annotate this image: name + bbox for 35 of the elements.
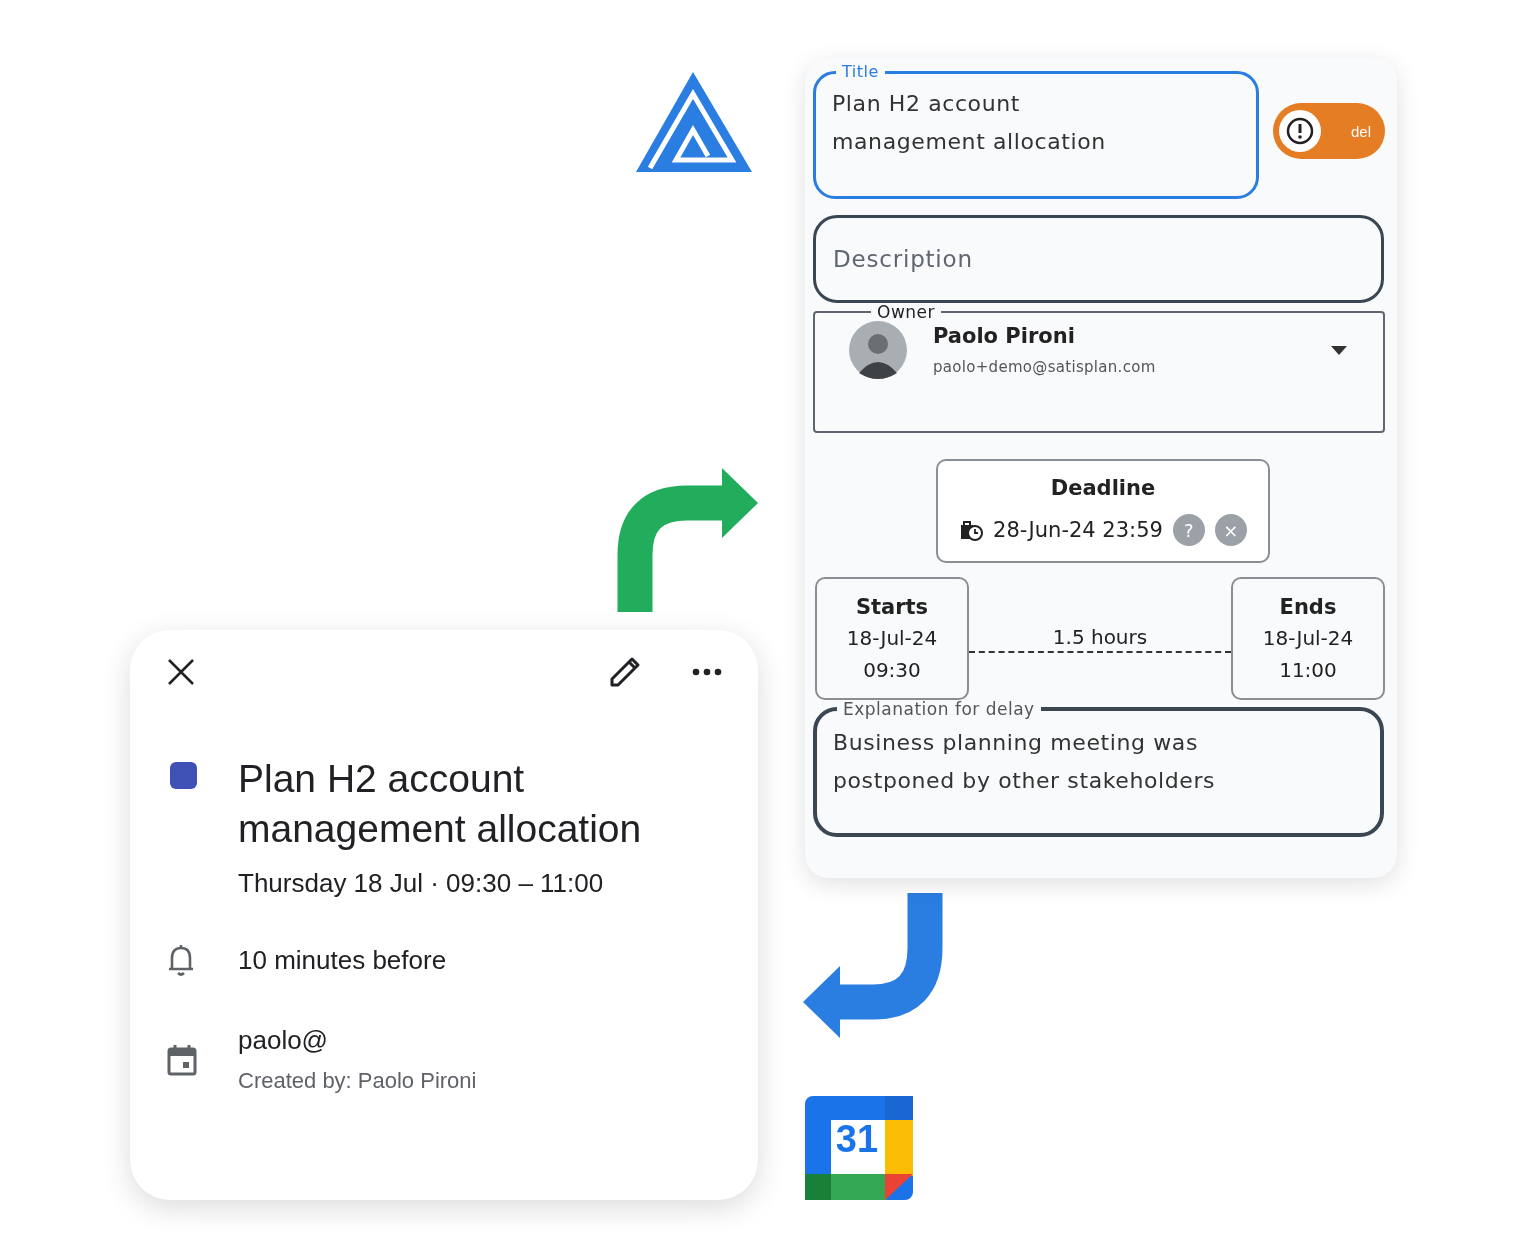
field-value: Plan H2 account management allocation <box>832 90 1107 156</box>
end-label: Ends <box>1279 593 1337 621</box>
bell-icon <box>166 943 196 977</box>
avatar <box>849 321 907 379</box>
bag-clock-icon <box>959 519 984 541</box>
field-value: Business planning meeting was postponed by other stakeholders <box>833 729 1217 795</box>
end-date: 18-Jul-24 <box>1262 624 1354 652</box>
alert-icon <box>1285 116 1315 146</box>
reminder-text: 10 minutes before <box>238 944 448 976</box>
calendar-logo: 31 <box>805 1096 913 1200</box>
start-date: 18-Jul-24 <box>846 624 938 652</box>
field-label: Title <box>841 63 880 81</box>
edit-button[interactable] <box>608 655 642 689</box>
owner-email: paolo+demo@satisplan.com <box>933 358 1157 376</box>
calendar-icon <box>166 1042 198 1077</box>
created-by-text: Created by: Paolo Pironi <box>238 1068 478 1094</box>
start-time: 09:30 <box>863 656 921 684</box>
field-label: Owner <box>876 303 936 321</box>
deadline-label: Deadline <box>1050 476 1156 500</box>
title-field[interactable]: Title Plan H2 account management allocation <box>813 63 1259 199</box>
caret-icon <box>1331 345 1347 355</box>
start-label: Starts <box>855 593 929 621</box>
calendar-owner: paolo@ <box>238 1025 329 1056</box>
event-time: Thursday 18 Jul · 09:30 – 11:00 <box>238 868 605 899</box>
description-field[interactable]: Description <box>813 215 1384 303</box>
deadline-value: 28-Jun-24 23:59 <box>993 518 1163 542</box>
owner-name: Paolo Pironi <box>933 324 1076 348</box>
event-title: Plan H2 account management allocation <box>238 756 643 852</box>
duration-label: 1.5 hours <box>1052 624 1148 649</box>
more-button[interactable] <box>692 668 722 676</box>
owner-select[interactable]: Owner Paolo Pironi paolo+demo@satisplan.com <box>813 303 1385 433</box>
delay-explanation-field[interactable]: Explanation for delay Business planning meeting was postponed by other stakeholders <box>813 700 1384 837</box>
field-label: Explanation for delay <box>842 700 1036 718</box>
end-time: 11:00 <box>1279 656 1337 684</box>
close-button[interactable] <box>166 657 196 687</box>
